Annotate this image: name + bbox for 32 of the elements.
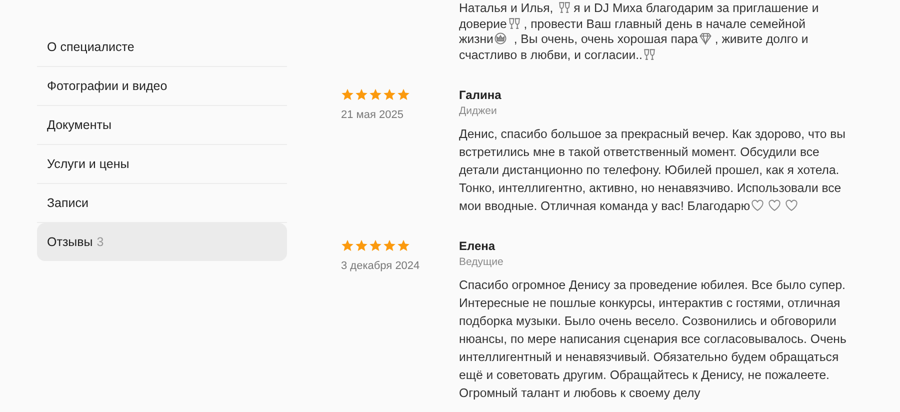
review-date: 21 мая 2025 [341, 109, 404, 121]
star-icon [341, 88, 354, 101]
star-icon [369, 239, 382, 252]
heart-icon [785, 199, 798, 212]
sidebar-item[interactable]: О специалисте [37, 28, 287, 67]
star-icon [355, 88, 368, 101]
sidebar-item[interactable]: Отзывы 3 [37, 223, 287, 261]
glasses-icon [508, 16, 521, 30]
author-name: Елена [459, 239, 496, 253]
review-text: Наталья и Илья, я и DJ Миха благодарим за приглашение и доверие , провести Ваш главный день в начале семейной жизни , Вы очень, очень хорошая пара , живите долго и счастливо в любви, и согласии.. [459, 1, 820, 63]
sidebar-item[interactable]: Фотографии и видео [37, 67, 287, 106]
gem-icon [698, 32, 712, 45]
star-icon [341, 239, 354, 252]
review-text: Денис, спасибо большое за прекрасный вечер. Как здорово, что вы встретились мне в такой ответственный момент. Обсудили все детали дистанционно по телефону. Юбилей прошел, как я хотела. Тонко, интеллигентно, активно, но ненавязчиво. Использовали все мои вводные. Отличная команда у вас! Благодарю [459, 126, 846, 215]
author-name: Галина [459, 88, 502, 102]
star-icon [383, 239, 396, 252]
sidebar-item[interactable]: Услуги и цены [37, 145, 287, 184]
review-text: Спасибо огромное Денису за проведение юбилея. Все было супер. Интересные не пошлые конкурсы, интерактив с гостями, отличная подборка музыки. Было очень весело. Созвонились и обговорили нюансы, по мере написания сценария все согласовывалось. Очень интеллигентный и ненавязчивый. Обязательно будем обращаться ещё и советовать другим. Обращайтесь к Денису, не пожалеете. Огромный талант и любовь к своему делу [459, 277, 848, 402]
glasses-icon [558, 1, 571, 14]
heart-icon [751, 199, 764, 212]
star-icon [369, 88, 382, 101]
star-icon [383, 88, 396, 101]
glasses-icon [643, 48, 656, 60]
star-icon [355, 239, 368, 252]
star-icon [397, 239, 410, 252]
crown-icon [494, 32, 508, 45]
star-icon [397, 88, 410, 101]
heart-icon [768, 199, 782, 212]
service-category: Диджеи [459, 105, 498, 117]
sidebar-item[interactable]: Документы [37, 106, 287, 145]
service-category: Ведущие [459, 256, 504, 268]
review-date: 3 декабря 2024 [341, 260, 421, 272]
